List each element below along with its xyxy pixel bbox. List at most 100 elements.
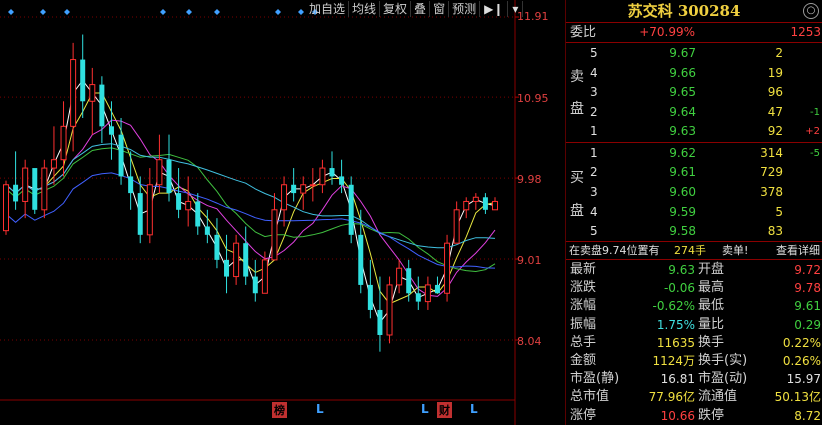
adjust-price-button[interactable]: 复权	[380, 0, 412, 17]
candle-body	[224, 259, 230, 277]
quote-info-row: 金额 1124万 换手(实) 0.26%	[566, 352, 822, 370]
candle-body	[3, 184, 9, 232]
candle-body	[156, 159, 163, 186]
info-label: 金额	[570, 353, 597, 368]
volume: 92	[767, 124, 783, 138]
candle-body	[89, 84, 96, 102]
info-value: 11635	[656, 335, 695, 350]
kline-chart-area[interactable]: 加自选 均线 复权 叠 窗 预测 ▶❙ ▾ 11.91 10.95 9.98 9…	[0, 0, 565, 425]
info-value: 0.22%	[782, 335, 821, 350]
candle-body	[118, 134, 124, 177]
event-diamond-icon	[40, 9, 46, 15]
event-diamond-icon	[186, 9, 192, 15]
event-diamond-icon	[160, 9, 166, 15]
info-value: 10.66	[660, 408, 695, 423]
buy-row-5[interactable]: 5 9.58 83	[566, 222, 822, 241]
weibi-diff: 1253	[790, 25, 821, 39]
sell-row-1[interactable]: 1 9.63 92 +2	[566, 122, 822, 141]
volume: 47	[767, 105, 783, 119]
change: -5	[810, 148, 820, 159]
price: 9.67	[669, 46, 696, 60]
price: 9.59	[669, 205, 696, 219]
event-diamond-icon	[275, 9, 281, 15]
ranking-marker[interactable]: 榜	[272, 402, 287, 418]
window-button[interactable]: 窗	[430, 0, 450, 17]
price: 9.58	[669, 224, 696, 238]
info-value: 77.96亿	[648, 390, 695, 405]
candle-body	[281, 184, 288, 211]
candle-body	[137, 193, 143, 235]
info-label: 总市值	[570, 389, 610, 405]
level: 3	[590, 185, 598, 199]
change: -1	[810, 107, 820, 118]
big-order-alert: 在卖盘9.74位置有 274手 卖单! 查看详细	[566, 242, 822, 259]
settings-circle-icon[interactable]: ○	[803, 3, 819, 19]
info-label: 振幅	[570, 316, 597, 332]
sell-row-5[interactable]: 5 9.67 2	[566, 44, 822, 63]
moving-average-line	[5, 147, 496, 273]
buy-row-1[interactable]: 1 9.62 314 -5	[566, 144, 822, 163]
finance-marker[interactable]: 财	[437, 402, 452, 418]
sell-row-2[interactable]: 2 9.64 47 -1	[566, 103, 822, 122]
volume: 729	[760, 165, 783, 179]
alert-tag: 卖单!	[722, 244, 749, 257]
buy-row-4[interactable]: 4 9.59 5	[566, 203, 822, 222]
candle-body	[146, 184, 153, 236]
buy-row-2[interactable]: 2 9.61 729	[566, 163, 822, 182]
add-watchlist-button[interactable]: 加自选	[306, 0, 350, 17]
candle-body	[348, 184, 354, 235]
candle-body	[32, 168, 38, 210]
candle-body	[252, 276, 258, 294]
price-axis-label: 9.01	[517, 254, 542, 267]
candle-body	[424, 284, 431, 303]
info-value: 15.97	[786, 372, 821, 387]
candle-body	[233, 242, 240, 278]
l-marker[interactable]: L	[470, 402, 478, 416]
sell-row-3[interactable]: 3 9.65 96	[566, 83, 822, 102]
info-label: 开盘	[698, 262, 725, 277]
alert-volume: 274手	[674, 244, 706, 257]
info-value: 1.75%	[656, 317, 695, 332]
alert-text: 在卖盘9.74位置有	[569, 244, 660, 257]
volume: 96	[767, 85, 783, 99]
candle-body	[339, 176, 345, 185]
info-label: 涨幅	[570, 298, 597, 314]
moving-average-button[interactable]: 均线	[349, 0, 381, 17]
info-label: 最新	[570, 262, 597, 277]
info-value: 9.72	[794, 263, 821, 277]
level: 5	[590, 224, 598, 238]
buy-row-3[interactable]: 3 9.60 378	[566, 183, 822, 202]
event-diamond-icon	[8, 9, 14, 15]
info-label: 涨停	[570, 407, 597, 423]
view-details-link[interactable]: 查看详细	[776, 242, 820, 259]
volume: 19	[767, 66, 783, 80]
sell-row-4[interactable]: 4 9.66 19	[566, 64, 822, 83]
pin-icon[interactable]: ▶❙	[480, 0, 509, 17]
candle-body	[108, 126, 114, 135]
kline-chart[interactable]	[0, 0, 565, 425]
info-value: 9.63	[668, 263, 695, 277]
forecast-button[interactable]: 预测	[449, 0, 481, 17]
price-axis-label: 8.04	[517, 335, 542, 348]
candle-body	[492, 200, 498, 211]
price: 9.63	[669, 124, 696, 138]
candle-body	[377, 309, 383, 335]
quote-info-row: 振幅 1.75% 量比 0.29	[566, 316, 822, 334]
candle-body	[386, 284, 393, 336]
l-marker[interactable]: L	[421, 402, 429, 416]
moving-average-line	[5, 119, 496, 297]
candle-body	[80, 59, 86, 102]
info-value: 9.78	[794, 281, 821, 296]
chart-toolbar: 加自选 均线 复权 叠 窗 预测 ▶❙ ▾	[306, 0, 524, 17]
candle-body	[185, 200, 192, 211]
quote-info-row: 总手 11635 换手 0.22%	[566, 334, 822, 352]
candle-body	[243, 243, 249, 277]
price-axis-label: 9.98	[517, 173, 542, 186]
candle-body	[291, 184, 297, 194]
volume: 314	[760, 146, 783, 160]
l-marker[interactable]: L	[316, 402, 324, 416]
candle-body	[128, 176, 134, 194]
overlay-button[interactable]: 叠	[411, 0, 431, 17]
info-value: -0.06	[663, 281, 695, 296]
candle-body	[463, 200, 470, 211]
